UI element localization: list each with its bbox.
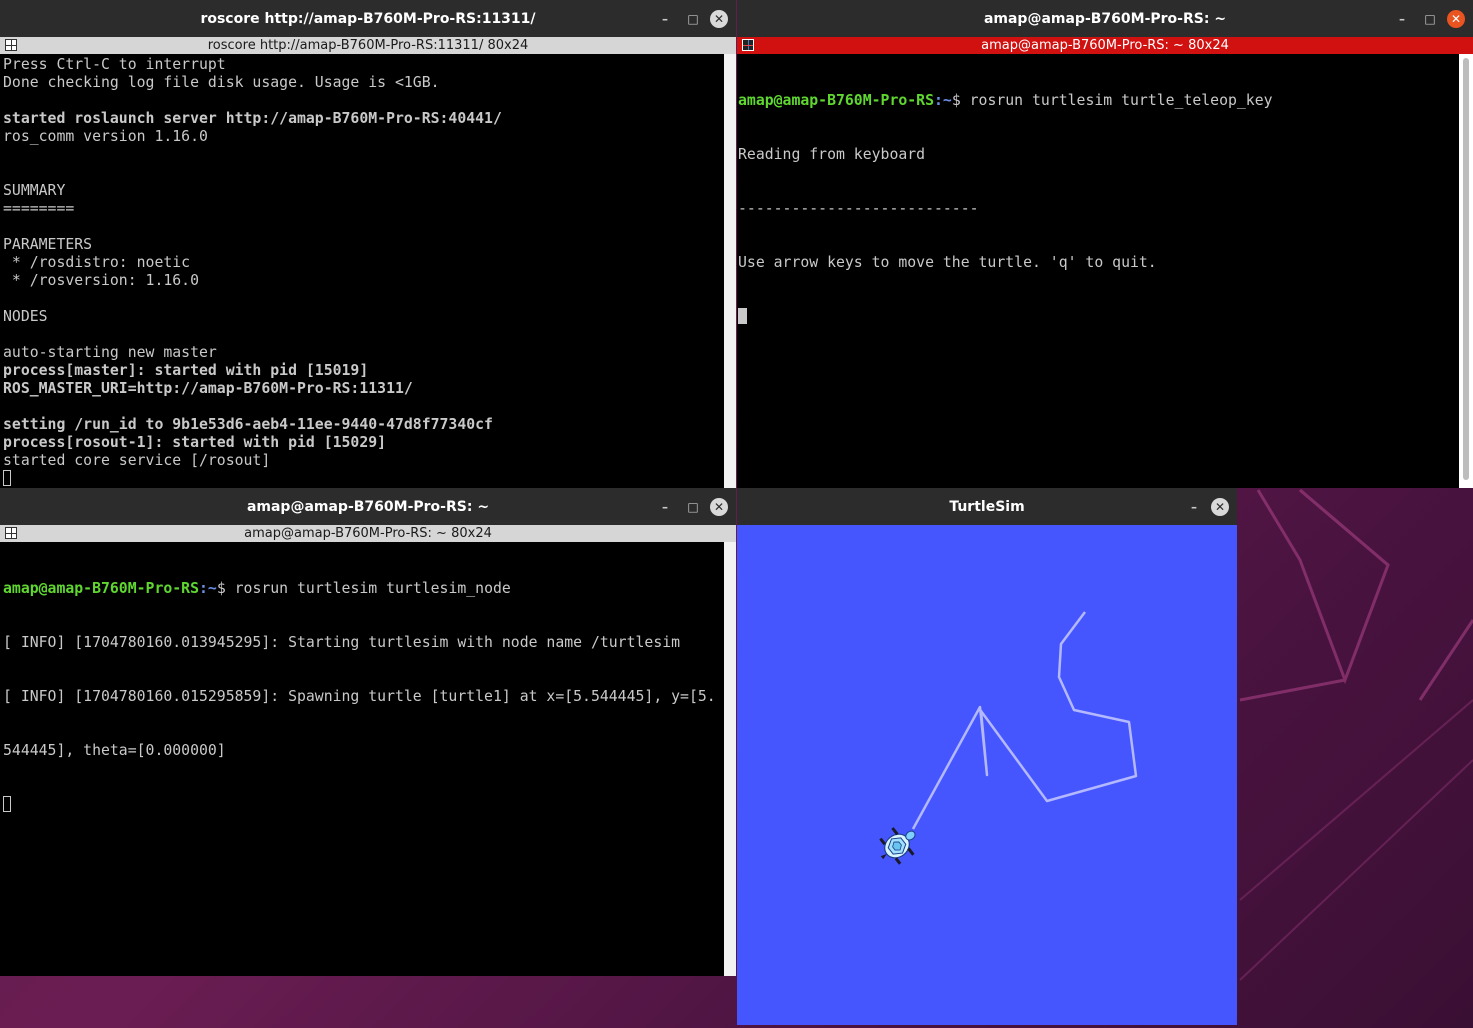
terminal-tab[interactable]: amap@amap-B760M-Pro-RS: ~ 80x24 — [737, 37, 1473, 54]
terminal-line: Press Ctrl-C to interrupt — [3, 56, 226, 73]
tab-label: amap@amap-B760M-Pro-RS: ~ 80x24 — [244, 526, 492, 541]
maximize-icon[interactable]: □ — [682, 497, 704, 517]
terminal-line: amap@amap-B760M-Pro-RS:~$ rosrun turtles… — [738, 92, 1459, 110]
terminal-line: SUMMARY — [3, 182, 66, 199]
window-titlebar[interactable]: amap@amap-B760M-Pro-RS: ~ – □ ✕ — [737, 0, 1473, 37]
close-icon[interactable]: ✕ — [1211, 498, 1229, 516]
scrollbar[interactable] — [1459, 54, 1473, 488]
split-terminal-icon[interactable] — [742, 39, 754, 51]
minimize-icon[interactable]: – — [654, 497, 676, 517]
terminal-cursor — [3, 796, 11, 812]
tab-label: roscore http://amap-B760M-Pro-RS:11311/ … — [207, 38, 529, 53]
turtlesim-canvas — [879, 611, 1138, 865]
scrollbar-thumb[interactable] — [1463, 58, 1469, 480]
terminal-tab[interactable]: roscore http://amap-B760M-Pro-RS:11311/ … — [0, 37, 736, 54]
terminal-line: process[master]: started with pid [15019… — [3, 362, 369, 379]
window-title: TurtleSim — [949, 498, 1025, 515]
terminal-line: * /rosdistro: noetic — [3, 254, 191, 271]
window-title: amap@amap-B760M-Pro-RS: ~ — [246, 498, 490, 515]
terminal-line: ros_comm version 1.16.0 — [3, 128, 208, 145]
terminal-line: 544445], theta=[0.000000] — [3, 742, 226, 759]
terminal-line: PARAMETERS — [3, 236, 93, 253]
terminal-line: * /rosversion: 1.16.0 — [3, 272, 199, 289]
minimize-icon[interactable]: – — [1391, 9, 1413, 29]
terminal-line: setting /run_id to 9b1e53d6-aeb4-11ee-94… — [3, 416, 493, 433]
prompt-command: $ rosrun turtlesim turtle_teleop_key — [951, 92, 1273, 109]
terminal-output[interactable]: amap@amap-B760M-Pro-RS:~$ rosrun turtles… — [0, 544, 724, 976]
terminal-line: [ INFO] [1704780160.013945295]: Starting… — [3, 634, 681, 651]
maximize-icon[interactable]: □ — [1419, 9, 1441, 29]
terminal-line: Done checking log file disk usage. Usage… — [3, 74, 440, 91]
window-title: roscore http://amap-B760M-Pro-RS:11311/ — [200, 10, 536, 27]
terminal-line: amap@amap-B760M-Pro-RS:~$ rosrun turtles… — [3, 580, 724, 598]
terminal-line: NODES — [3, 308, 48, 325]
prompt-path: :~ — [934, 92, 952, 109]
split-terminal-icon[interactable] — [5, 527, 17, 539]
prompt-user: amap@amap-B760M-Pro-RS — [3, 580, 199, 597]
teleop-terminal-window[interactable]: amap@amap-B760M-Pro-RS: ~ – □ ✕ amap@ama… — [737, 0, 1473, 488]
minimize-icon[interactable]: – — [654, 9, 676, 29]
terminal-line: process[rosout-1]: started with pid [150… — [3, 434, 387, 451]
scrollbar[interactable] — [724, 542, 736, 976]
window-titlebar[interactable]: TurtleSim – ✕ — [737, 488, 1237, 525]
prompt-command: $ rosrun turtlesim turtlesim_node — [216, 580, 511, 597]
terminal-output[interactable]: amap@amap-B760M-Pro-RS:~$ rosrun turtles… — [737, 56, 1459, 488]
turtle-path — [911, 611, 1138, 830]
terminal-line: Use arrow keys to move the turtle. 'q' t… — [738, 254, 1157, 271]
close-icon[interactable]: ✕ — [1447, 10, 1465, 28]
split-terminal-icon[interactable] — [5, 39, 17, 51]
close-icon[interactable]: ✕ — [710, 498, 728, 516]
terminal-line: ======== — [3, 200, 75, 217]
terminal-output[interactable]: Press Ctrl-C to interrupt Done checking l… — [0, 56, 722, 488]
window-titlebar[interactable]: amap@amap-B760M-Pro-RS: ~ – □ ✕ — [0, 488, 736, 525]
turtlesim-window[interactable]: TurtleSim – ✕ — [737, 488, 1237, 1025]
terminal-line: started core service [/rosout] — [3, 452, 271, 469]
terminal-line: [ INFO] [1704780160.015295859]: Spawning… — [3, 688, 716, 705]
terminal-line: Reading from keyboard — [738, 146, 926, 163]
terminal-line: auto-starting new master — [3, 344, 217, 361]
maximize-icon[interactable]: □ — [682, 9, 704, 29]
terminal-line: --------------------------- — [738, 200, 979, 217]
terminal-line — [738, 308, 1459, 326]
terminal-line: ROS_MASTER_URI=http://amap-B760M-Pro-RS:… — [3, 380, 413, 397]
prompt-path: :~ — [199, 580, 217, 597]
terminal-cursor — [3, 470, 11, 486]
turtlesim-node-terminal-window[interactable]: amap@amap-B760M-Pro-RS: ~ – □ ✕ amap@ama… — [0, 488, 736, 976]
minimize-icon[interactable]: – — [1183, 497, 1205, 517]
terminal-line — [3, 796, 724, 814]
close-icon[interactable]: ✕ — [710, 10, 728, 28]
terminal-cursor — [738, 308, 747, 324]
terminal-line: started roslaunch server http://amap-B76… — [3, 110, 502, 127]
turtle-icon — [879, 827, 916, 865]
window-titlebar[interactable]: roscore http://amap-B760M-Pro-RS:11311/ … — [0, 0, 736, 37]
terminal-line — [3, 470, 722, 488]
tab-label: amap@amap-B760M-Pro-RS: ~ 80x24 — [981, 38, 1229, 53]
roscore-terminal-window[interactable]: roscore http://amap-B760M-Pro-RS:11311/ … — [0, 0, 736, 488]
window-title: amap@amap-B760M-Pro-RS: ~ — [983, 10, 1227, 27]
scrollbar[interactable] — [724, 54, 736, 488]
terminal-tab[interactable]: amap@amap-B760M-Pro-RS: ~ 80x24 — [0, 525, 736, 542]
prompt-user: amap@amap-B760M-Pro-RS — [738, 92, 934, 109]
